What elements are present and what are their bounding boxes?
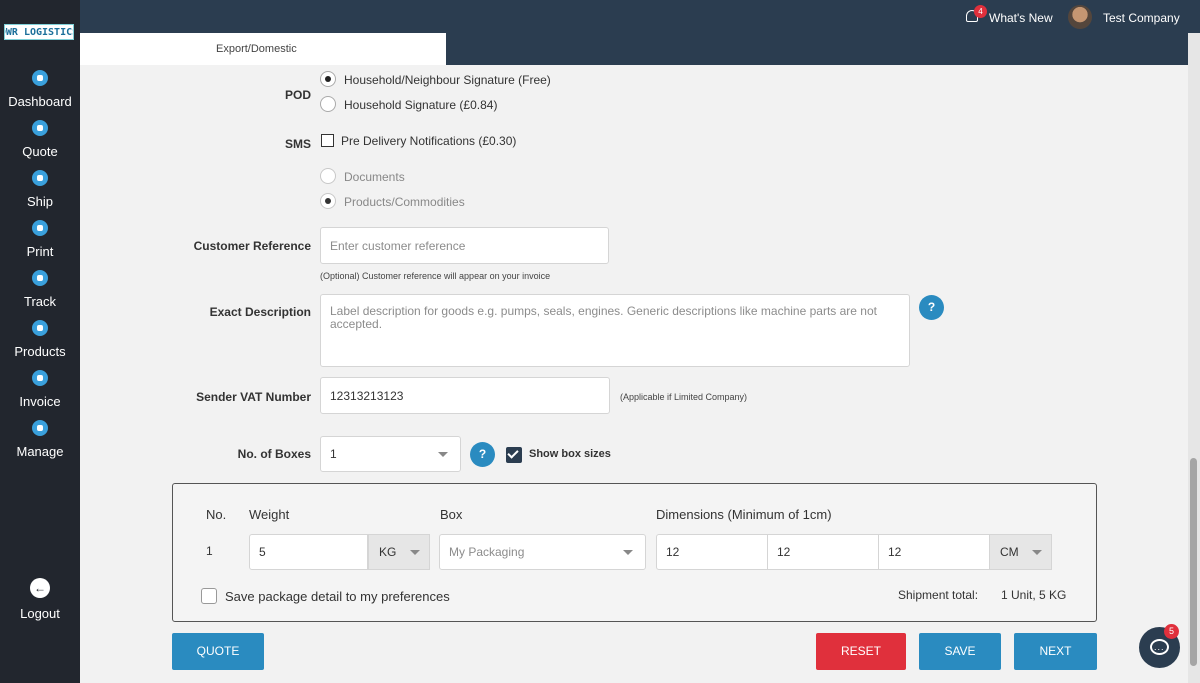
sender-vat-hint: (Applicable if Limited Company)	[620, 392, 748, 402]
notification-badge: 4	[974, 5, 987, 18]
boxes-value: 1	[330, 447, 337, 461]
chevron-down-icon	[438, 452, 448, 457]
customer-reference-label: Customer Reference	[193, 239, 311, 253]
logout-button[interactable]: ← Logout	[0, 578, 80, 621]
save-preferences-label: Save package detail to my preferences	[225, 589, 450, 604]
ship-icon	[32, 170, 48, 186]
show-box-sizes-checkbox[interactable]	[506, 447, 522, 463]
save-preferences-checkbox[interactable]	[201, 588, 217, 604]
exact-description-label: Exact Description	[209, 305, 311, 319]
sms-checkbox[interactable]	[321, 134, 334, 147]
sidebar-item-label: Print	[26, 244, 54, 259]
documents-radio[interactable]	[320, 168, 336, 184]
sidebar: DWR LOGISTICS Dashboard Quote Ship Print…	[0, 0, 80, 683]
width-input[interactable]: 12	[767, 534, 879, 570]
customer-reference-hint: (Optional) Customer reference will appea…	[320, 271, 551, 281]
chevron-down-icon	[623, 550, 633, 555]
sidebar-item-label: Track	[23, 294, 57, 309]
avatar[interactable]	[1068, 5, 1092, 29]
sidebar-item-label: Manage	[16, 444, 64, 459]
tab-export-domestic[interactable]: Export/Domestic	[80, 33, 446, 65]
sms-option-label: Pre Delivery Notifications (£0.30)	[341, 134, 517, 148]
header-dimensions: Dimensions (Minimum of 1cm)	[656, 507, 832, 522]
box-select[interactable]: My Packaging	[439, 534, 646, 570]
row-number: 1	[206, 544, 213, 558]
pod-option-household: Household Signature (£0.84)	[344, 98, 498, 112]
manage-icon	[32, 420, 48, 436]
top-bar: 4 What's New Test Company	[80, 0, 1200, 33]
company-name[interactable]: Test Company	[1103, 11, 1180, 25]
logout-label: Logout	[20, 606, 60, 621]
dimension-unit-value: CM	[1000, 545, 1019, 559]
weight-unit-select[interactable]: KG	[368, 534, 430, 570]
pod-option-neighbour: Household/Neighbour Signature (Free)	[344, 73, 551, 87]
sidebar-item-quote[interactable]: Quote	[0, 120, 80, 159]
next-button[interactable]: NEXT	[1014, 633, 1097, 670]
shipment-total-value: 1 Unit, 5 KG	[1001, 588, 1067, 602]
weight-input[interactable]: 5	[249, 534, 368, 570]
company-logo[interactable]: DWR LOGISTICS	[4, 24, 74, 40]
products-label: Products/Commodities	[344, 195, 465, 209]
header-box: Box	[440, 507, 463, 522]
whats-new-link[interactable]: What's New	[989, 11, 1053, 25]
pod-label: POD	[284, 88, 311, 102]
products-icon	[32, 320, 48, 336]
logo-text: DWR LOGISTICS	[5, 26, 74, 38]
sms-label: SMS	[284, 137, 311, 151]
description-help-icon[interactable]: ?	[919, 295, 944, 320]
dashboard-icon	[32, 70, 48, 86]
exact-description-textarea[interactable]: Label description for goods e.g. pumps, …	[320, 294, 910, 367]
header-no: No.	[206, 507, 227, 522]
sidebar-item-products[interactable]: Products	[0, 320, 80, 359]
sidebar-item-label: Dashboard	[8, 94, 72, 109]
sidebar-item-invoice[interactable]: Invoice	[0, 370, 80, 409]
dimension-unit-select[interactable]: CM	[989, 534, 1052, 570]
pod-radio-household[interactable]	[320, 96, 336, 112]
shipment-total-label: Shipment total:	[898, 588, 979, 602]
sidebar-item-label: Quote	[22, 144, 58, 159]
tab-label: Export/Domestic	[216, 43, 297, 55]
track-icon	[32, 270, 48, 286]
sidebar-item-label: Ship	[26, 194, 54, 209]
sender-vat-input[interactable]: 12313213123	[320, 377, 610, 414]
customer-reference-input[interactable]: Enter customer reference	[320, 227, 609, 264]
header-weight: Weight	[249, 507, 290, 522]
quote-button[interactable]: QUOTE	[172, 633, 264, 670]
pod-radio-neighbour[interactable]	[320, 71, 336, 87]
boxes-help-icon[interactable]: ?	[470, 442, 495, 467]
print-icon	[32, 220, 48, 236]
sidebar-item-manage[interactable]: Manage	[0, 420, 80, 459]
sender-vat-label: Sender VAT Number	[196, 390, 311, 404]
documents-label: Documents	[344, 170, 405, 184]
boxes-label: No. of Boxes	[237, 447, 311, 461]
scrollbar-thumb[interactable]	[1190, 458, 1197, 666]
quote-icon	[32, 120, 48, 136]
chevron-down-icon	[1032, 550, 1042, 555]
logout-icon: ←	[30, 578, 50, 598]
chat-badge: 5	[1164, 624, 1179, 639]
invoice-icon	[32, 370, 48, 386]
products-radio[interactable]	[320, 193, 336, 209]
weight-unit-value: KG	[379, 545, 397, 559]
sidebar-item-ship[interactable]: Ship	[0, 170, 80, 209]
reset-button[interactable]: RESET	[816, 633, 906, 670]
show-box-sizes-label: Show box sizes	[529, 448, 611, 460]
length-input[interactable]: 12	[656, 534, 768, 570]
sidebar-item-print[interactable]: Print	[0, 220, 80, 259]
tab-bar: Export/Domestic	[80, 33, 1188, 65]
chevron-down-icon	[410, 550, 420, 555]
sidebar-item-label: Products	[14, 344, 66, 359]
sidebar-item-dashboard[interactable]: Dashboard	[0, 70, 80, 109]
sidebar-item-label: Invoice	[19, 394, 61, 409]
height-input[interactable]: 12	[878, 534, 990, 570]
box-placeholder: My Packaging	[449, 545, 525, 559]
sidebar-item-track[interactable]: Track	[0, 270, 80, 309]
save-button[interactable]: SAVE	[919, 633, 1001, 670]
